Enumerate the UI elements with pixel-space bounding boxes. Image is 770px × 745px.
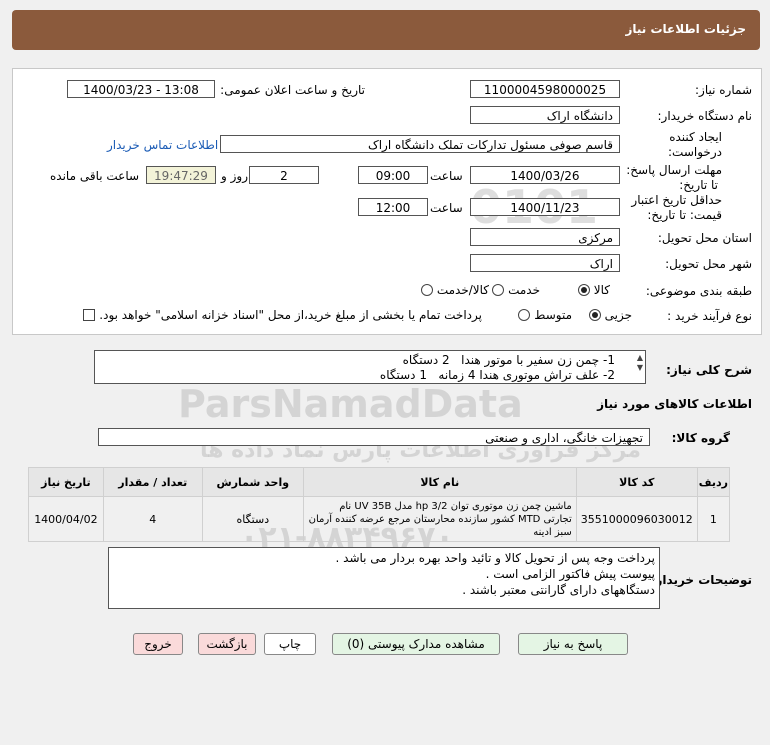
deadline-date-field: 1400/03/26 xyxy=(470,166,620,184)
radio-goods[interactable] xyxy=(577,284,590,296)
radio-goods-service[interactable] xyxy=(420,284,433,296)
scroll-arrows-icon[interactable]: ▲ ▼ xyxy=(637,353,643,373)
buyer-org-field: دانشگاه اراک xyxy=(470,106,620,124)
buyer-notes-label: توضیحات خریدار: xyxy=(650,573,752,587)
treasury-payment-note: پرداخت تمام یا بخشی از مبلغ خرید،از محل … xyxy=(99,308,482,322)
row-date: 1400/04/02 xyxy=(28,496,104,542)
deadline-time-field: 09:00 xyxy=(358,166,428,184)
category-option-goods-service[interactable]: کالا/خدمت xyxy=(420,283,489,297)
validity-label-1: حداقل تاریخ اعتبار xyxy=(631,193,722,207)
col-date: تاریخ نیاز xyxy=(28,467,104,497)
province-field: مرکزی xyxy=(470,228,620,246)
goods-section-title: اطلاعات کالاهای مورد نیاز xyxy=(597,397,752,411)
days-remaining-field: 2 xyxy=(249,166,319,184)
goods-group-field: تجهیزات خانگی، اداری و صنعتی xyxy=(98,428,650,446)
page-header: جزئیات اطلاعات نیاز xyxy=(12,10,760,50)
city-label: شهر محل تحویل: xyxy=(665,257,752,271)
row-qty: 4 xyxy=(102,496,203,542)
buyer-notes-box: پرداخت وجه پس از تحویل کالا و تائید واحد… xyxy=(108,547,660,609)
goods-group-label: گروه کالا: xyxy=(671,431,730,445)
category-label: طبقه بندی موضوعی: xyxy=(645,284,752,298)
province-label: استان محل تحویل: xyxy=(657,231,752,245)
days-label: روز و xyxy=(221,169,248,183)
summary-textarea[interactable]: 1- چمن زن سفیر با موتور هندا 2 دستگاه 2-… xyxy=(94,350,646,384)
deadline-label-2: تا تاریخ: xyxy=(679,178,718,192)
category-option-goods[interactable]: کالا xyxy=(577,283,610,297)
process-option-medium-label: متوسط xyxy=(534,308,572,322)
process-option-minor[interactable]: جزیی xyxy=(588,308,632,322)
buyer-notes-line-2: پیوست پیش فاکتور الزامی است . xyxy=(485,567,655,581)
table-row: 1 3551000096030012 ماشین چمن زن موتوری ت… xyxy=(28,496,731,542)
process-option-minor-label: جزیی xyxy=(604,308,632,322)
items-table: ردیف کد کالا نام کالا واحد شمارش تعداد /… xyxy=(28,467,731,542)
remaining-time-label: ساعت باقی مانده xyxy=(50,169,140,183)
treasury-payment-option[interactable]: پرداخت تمام یا بخشی از مبلغ خرید،از محل … xyxy=(83,308,482,322)
summary-line-1: 1- چمن زن سفیر با موتور هندا 2 دستگاه xyxy=(402,353,615,367)
deadline-label-1: مهلت ارسال پاسخ: xyxy=(626,163,722,177)
announce-datetime-field: 1400/03/23 - 13:08 xyxy=(67,80,215,98)
buyer-org-label: نام دستگاه خریدار: xyxy=(657,109,753,123)
col-code: کد کالا xyxy=(575,467,698,497)
row-name: ماشین چمن زن موتوری توان hp 3/2 مدل UV 3… xyxy=(302,496,577,542)
category-option-goods-service-label: کالا/خدمت xyxy=(436,283,489,297)
category-option-goods-label: کالا xyxy=(593,283,610,297)
items-table-container: ردیف کد کالا نام کالا واحد شمارش تعداد /… xyxy=(28,467,731,542)
summary-line-2: 2- علف تراش موتوری هندا 4 زمانه 1 دستگاه xyxy=(379,368,615,382)
validity-date-field: 1400/11/23 xyxy=(470,198,620,216)
contact-buyer-link[interactable]: اطلاعات تماس خریدار xyxy=(107,138,218,152)
creator-label-1: ایجاد کننده xyxy=(669,130,722,144)
buyer-notes-line-3: دستگاههای دارای گارانتی معتبر باشند . xyxy=(462,583,655,597)
treasury-payment-checkbox[interactable] xyxy=(83,309,96,321)
announce-label: تاریخ و ساعت اعلان عمومی: xyxy=(220,83,365,97)
back-button[interactable]: بازگشت xyxy=(198,633,256,655)
validity-label-2: قیمت: تا تاریخ: xyxy=(647,208,722,222)
col-name: نام کالا xyxy=(302,467,577,497)
creator-field: قاسم صوفی مسئول تدارکات تملک دانشگاه ارا… xyxy=(220,135,620,153)
col-row: ردیف xyxy=(696,467,731,497)
category-option-service[interactable]: خدمت xyxy=(492,283,540,297)
view-attachments-button[interactable]: مشاهده مدارک پیوستی (0) xyxy=(332,633,500,655)
need-number-label: شماره نیاز: xyxy=(695,83,752,97)
process-label: نوع فرآیند خرید : xyxy=(667,309,752,323)
radio-medium[interactable] xyxy=(518,309,531,321)
validity-time-label: ساعت xyxy=(430,201,463,215)
watermark-brand: ParsNamadData xyxy=(178,382,523,426)
print-button[interactable]: چاپ xyxy=(264,633,316,655)
col-qty: تعداد / مقدار xyxy=(102,467,203,497)
page-title: جزئیات اطلاعات نیاز xyxy=(625,22,746,36)
summary-label: شرح کلی نیاز: xyxy=(666,363,752,377)
items-table-header: ردیف کد کالا نام کالا واحد شمارش تعداد /… xyxy=(28,467,731,497)
buyer-notes-line-1: پرداخت وجه پس از تحویل کالا و تائید واحد… xyxy=(335,551,655,565)
reply-button[interactable]: پاسخ به نیاز xyxy=(518,633,628,655)
validity-time-field: 12:00 xyxy=(358,198,428,216)
radio-minor[interactable] xyxy=(588,309,601,321)
col-unit: واحد شمارش xyxy=(201,467,304,497)
city-field: اراک xyxy=(470,254,620,272)
row-index: 1 xyxy=(696,496,731,542)
creator-label-2: درخواست: xyxy=(668,145,722,159)
radio-service[interactable] xyxy=(492,284,505,296)
row-code: 3551000096030012 xyxy=(575,496,698,542)
row-unit: دستگاه xyxy=(201,496,304,542)
need-number-field: 1100004598000025 xyxy=(470,80,620,98)
deadline-time-label: ساعت xyxy=(430,169,463,183)
exit-button[interactable]: خروج xyxy=(133,633,183,655)
process-option-medium[interactable]: متوسط xyxy=(518,308,572,322)
remaining-time-counter: 19:47:29 xyxy=(146,166,216,184)
category-option-service-label: خدمت xyxy=(508,283,540,297)
